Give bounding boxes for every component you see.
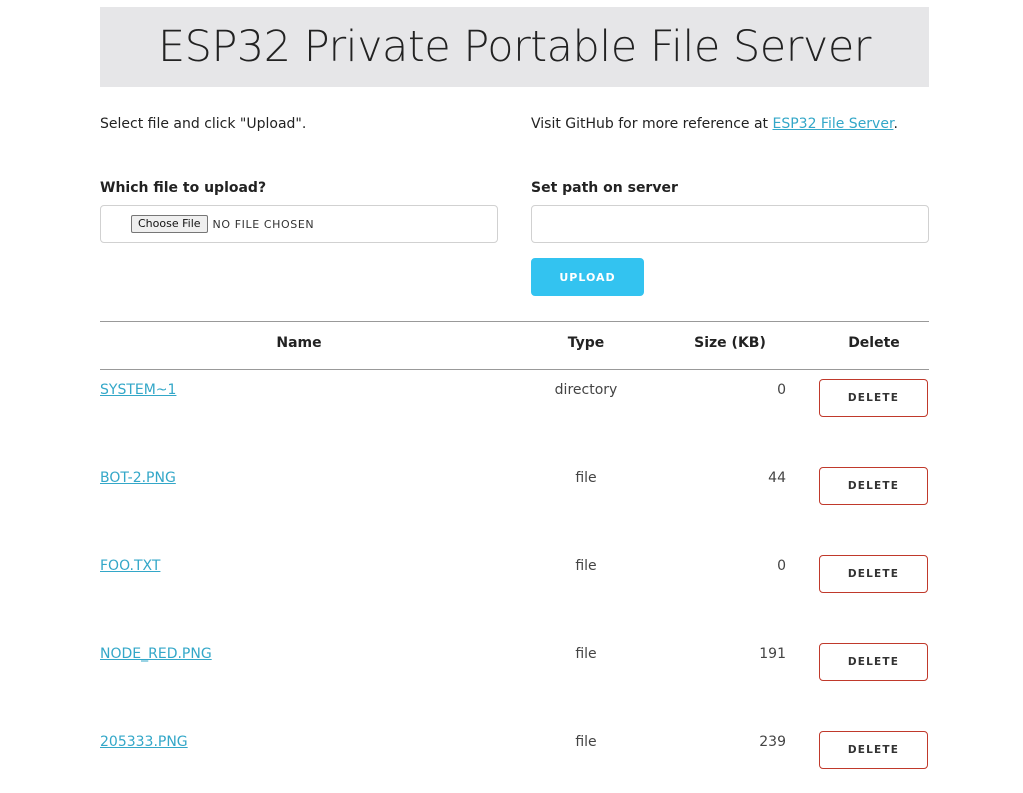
file-name-link[interactable]: FOO.TXT: [100, 558, 160, 574]
github-reference-prefix: Visit GitHub for more reference at: [531, 116, 773, 132]
file-name-link[interactable]: NODE_RED.PNG: [100, 646, 212, 662]
upload-button[interactable]: UPLOAD: [531, 258, 644, 296]
file-size: 191: [759, 646, 786, 662]
table-row: 205333.PNG file 239 DELETE: [100, 722, 929, 793]
file-type: file: [575, 734, 597, 750]
file-type: file: [575, 558, 597, 574]
file-size: 44: [768, 470, 786, 486]
file-table: Name Type Size (KB) Delete SYSTEM~1 dire…: [100, 321, 929, 793]
delete-button[interactable]: DELETE: [819, 379, 928, 417]
table-row: FOO.TXT file 0 DELETE: [100, 546, 929, 634]
file-upload-label: Which file to upload?: [100, 180, 267, 196]
column-header-type: Type: [567, 335, 605, 351]
file-input[interactable]: Choose File NO FILE CHOSEN: [100, 205, 498, 243]
column-header-name: Name: [276, 335, 322, 351]
column-header-delete: Delete: [848, 335, 900, 351]
server-path-input[interactable]: [531, 205, 929, 243]
delete-button[interactable]: DELETE: [819, 555, 928, 593]
header-banner: ESP32 Private Portable File Server: [100, 7, 929, 87]
table-header: Name Type Size (KB) Delete: [100, 321, 929, 370]
page-title: ESP32 Private Portable File Server: [158, 21, 871, 72]
table-row: SYSTEM~1 directory 0 DELETE: [100, 370, 929, 458]
server-path-label: Set path on server: [531, 180, 678, 196]
table-row: NODE_RED.PNG file 191 DELETE: [100, 634, 929, 722]
upload-instructions: Select file and click "Upload".: [100, 116, 307, 132]
delete-button[interactable]: DELETE: [819, 467, 928, 505]
no-file-chosen-text: NO FILE CHOSEN: [212, 217, 315, 231]
file-size: 0: [777, 558, 786, 574]
choose-file-button[interactable]: Choose File: [131, 215, 208, 233]
github-reference-suffix: .: [893, 116, 898, 132]
file-name-link[interactable]: 205333.PNG: [100, 734, 188, 750]
file-type: directory: [554, 382, 618, 398]
column-header-size: Size (KB): [694, 335, 766, 351]
file-name-link[interactable]: SYSTEM~1: [100, 382, 176, 398]
delete-button[interactable]: DELETE: [819, 731, 928, 769]
delete-button[interactable]: DELETE: [819, 643, 928, 681]
file-name-link[interactable]: BOT-2.PNG: [100, 470, 176, 486]
file-size: 0: [777, 382, 786, 398]
file-size: 239: [759, 734, 786, 750]
file-type: file: [575, 470, 597, 486]
table-row: BOT-2.PNG file 44 DELETE: [100, 458, 929, 546]
page-container: ESP32 Private Portable File Server Selec…: [100, 7, 929, 769]
file-type: file: [575, 646, 597, 662]
github-link[interactable]: ESP32 File Server: [772, 116, 893, 132]
github-reference: Visit GitHub for more reference at ESP32…: [531, 116, 898, 132]
